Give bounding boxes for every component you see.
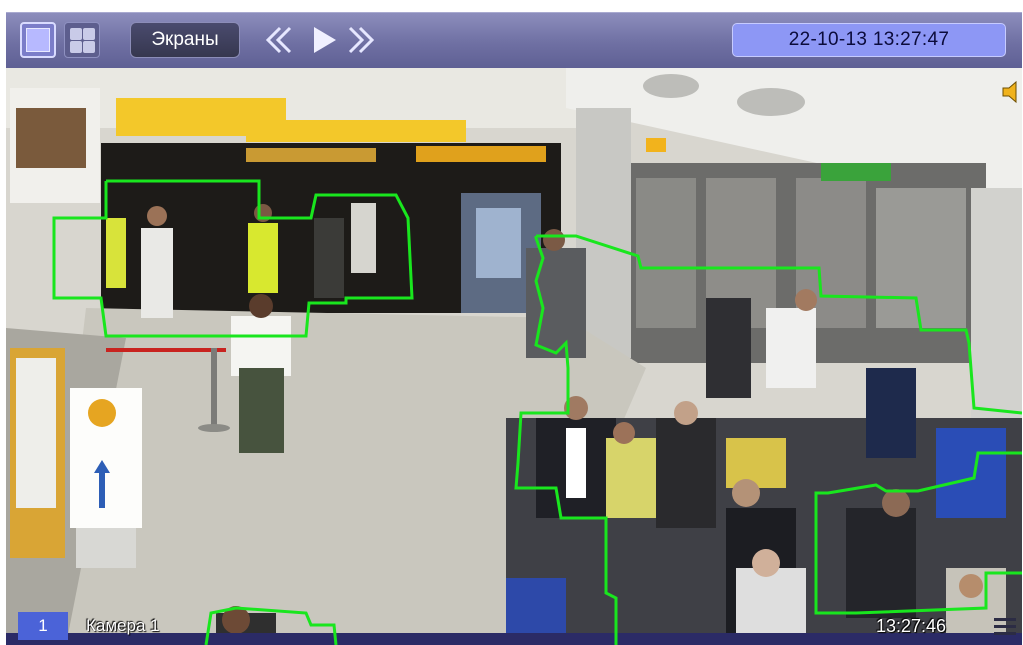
- camera-time: 13:27:46: [876, 616, 947, 636]
- single-view-icon[interactable]: [20, 22, 56, 58]
- fast-forward-icon[interactable]: [344, 22, 380, 58]
- rewind-icon[interactable]: [260, 22, 296, 58]
- play-icon[interactable]: [306, 22, 342, 58]
- camera-number-badge: 1: [18, 612, 68, 640]
- camera-image: [6, 68, 1022, 645]
- grid-view-icon[interactable]: [64, 22, 100, 58]
- menu-icon[interactable]: [994, 618, 1016, 640]
- camera-view[interactable]: 1 Камера 1 13:27:46: [6, 68, 1022, 645]
- screens-button[interactable]: Экраны: [130, 22, 240, 58]
- camera-toolbar: Экраны 22-10-13 13:27:47: [6, 12, 1022, 68]
- camera-name: Камера 1: [86, 616, 160, 635]
- datetime-display: 22-10-13 13:27:47: [732, 23, 1006, 57]
- speaker-icon[interactable]: [1000, 80, 1022, 104]
